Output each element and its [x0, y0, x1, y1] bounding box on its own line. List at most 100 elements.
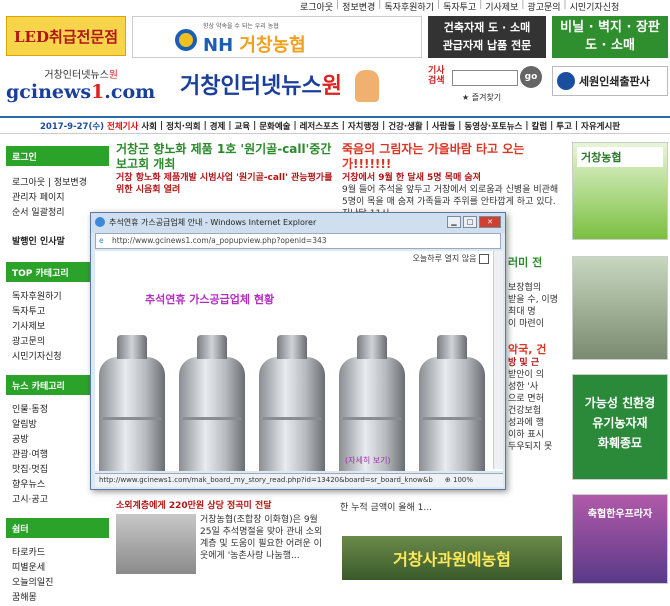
- nh-name: 거창농협: [239, 35, 306, 56]
- apple-coop-banner[interactable]: 거창사과원예농협: [342, 536, 562, 580]
- gas-cylinder-image: [339, 335, 405, 471]
- building-ad-banner[interactable]: 건축자재 도 · 소매 관급자재 납품 전문: [428, 16, 546, 58]
- nav-item-all[interactable]: 전체기사: [107, 120, 138, 132]
- gas-cylinder-image: [259, 335, 325, 471]
- sidebar-rest-head: 쉼터: [6, 518, 109, 538]
- nh-logo-text: NH: [203, 35, 234, 56]
- popup-title: 추석연휴 가스공급업체 안내 - Windows Internet Explor…: [109, 218, 317, 227]
- frag-7: 받안이 의: [508, 370, 544, 380]
- popup-heading: 추석연휴 가스공급업체 현황: [145, 293, 275, 306]
- close-icon[interactable]: ✕: [479, 216, 501, 228]
- site-logo-kr-text: 거창인터넷뉴스: [44, 70, 109, 81]
- nav-item-politics[interactable]: 정치·의회: [166, 120, 201, 132]
- frag-4: 이 마련이: [508, 319, 544, 329]
- nav-item-economy[interactable]: 경제: [210, 120, 226, 132]
- right-ad-hanwoo[interactable]: 축협한우프라자: [572, 494, 668, 584]
- popup-window-buttons: ▁ □ ✕: [447, 216, 501, 228]
- popup-detail-link[interactable]: (자세히 보기): [345, 455, 391, 466]
- zoom-icon: ⊕: [444, 476, 451, 484]
- popup-scrollbar[interactable]: [493, 251, 503, 469]
- right-ad-nh[interactable]: 거창농협: [572, 142, 668, 240]
- building-ad-line1: 건축자재 도 · 소매: [443, 21, 531, 34]
- frag-12: 이하 표시: [508, 430, 544, 440]
- article-1-title[interactable]: 거창군 향노화 제품 1호 '원기골-call'중간보고회 개최: [116, 142, 336, 172]
- led-ad-text: LED취급전문점: [14, 27, 118, 46]
- search-input[interactable]: [452, 70, 518, 86]
- nav-item-video[interactable]: 동영상·포토뉴스: [464, 120, 522, 132]
- nav-item-contribute[interactable]: 투고: [556, 120, 572, 132]
- sidebar-item-announce[interactable]: 고시·공고: [6, 493, 109, 508]
- popup-statusbar: http://www.gcinews1.com/mak_board_my_sto…: [95, 473, 503, 487]
- nav-item-sports[interactable]: 레저스포츠: [300, 120, 339, 132]
- sidebar-item-admin[interactable]: 관리자 페이지: [6, 191, 109, 206]
- top-link-report[interactable]: 기사제보: [485, 0, 518, 14]
- popup-titlebar[interactable]: 추석연휴 가스공급업체 안내 - Windows Internet Explor…: [91, 213, 505, 233]
- site-domain-text: gcinews: [6, 81, 92, 103]
- sidebar-item-zodiac[interactable]: 띠별운세: [6, 561, 109, 576]
- frag-11: 성과에 행: [508, 418, 544, 428]
- site-logo[interactable]: 거창인터넷뉴스원 gcinews1.com: [6, 66, 155, 106]
- site-logo-kr-em: 원: [108, 70, 118, 81]
- right-ad-eco-line2: 유기농자재: [592, 416, 648, 430]
- article-2[interactable]: 죽음의 그림자는 가을바람 타고 오는가!!!!!!! 거창에서 9월 한 달새…: [342, 142, 564, 220]
- right-ad-eco[interactable]: 가능성 친환경 유기농자재 화훼종묘: [572, 374, 668, 480]
- nav-item-society[interactable]: 사회: [141, 120, 157, 132]
- frag-10: 건강보험: [508, 406, 542, 416]
- popup-address-bar[interactable]: e http://www.gcinews1.com/a_popupview.ph…: [95, 233, 501, 249]
- building-ad-line2: 관급자재 납품 전문: [442, 39, 532, 52]
- right-ad-store-photo[interactable]: [572, 256, 668, 360]
- thumbs-up-icon: [355, 70, 379, 102]
- popup-zoom-value: 100%: [452, 476, 473, 484]
- nav-item-admin[interactable]: 자치행정: [348, 120, 379, 132]
- minimize-icon[interactable]: ▁: [447, 216, 461, 228]
- sidebar-item-dream[interactable]: 꿈해몽: [6, 591, 109, 606]
- top-link-support[interactable]: 독자후원하기: [384, 0, 434, 14]
- top-link-logout[interactable]: 로그아웃: [300, 0, 333, 14]
- nav-item-column[interactable]: 칼럼: [532, 120, 548, 132]
- page-icon: e: [99, 236, 104, 245]
- sidebar-item-logout[interactable]: 로그아웃 | 정보변경: [6, 176, 109, 191]
- popup-no-show-today[interactable]: 오늘하루 열지 않음: [412, 253, 489, 264]
- vinyl-ad-line1: 비닐 · 벽지 · 장판: [560, 20, 660, 35]
- article-3-photo[interactable]: [116, 514, 196, 574]
- ie-popup-window[interactable]: 추석연휴 가스공급업체 안내 - Windows Internet Explor…: [90, 212, 506, 490]
- site-domain-tld: .com: [104, 81, 156, 103]
- frag-13: 두우되지 못: [508, 442, 553, 452]
- frag-1: 보장협의: [508, 283, 542, 293]
- popup-no-show-checkbox[interactable]: [479, 253, 489, 264]
- search-go-button[interactable]: go: [520, 66, 542, 88]
- site-logo-korean: 거창인터넷뉴스원: [6, 66, 126, 81]
- nav-item-health[interactable]: 건강·생활: [388, 120, 423, 132]
- print-ad-banner[interactable]: 세원인쇄출판사: [552, 66, 668, 96]
- top-link-profile[interactable]: 정보변경: [342, 0, 375, 14]
- top-link-ad[interactable]: 광고문의: [527, 0, 560, 14]
- popup-zoom[interactable]: ⊕ 100%: [445, 476, 473, 484]
- gas-cylinder-image: [419, 335, 485, 471]
- article-3-title[interactable]: 소외계층에게 220만원 상당 정곡미 전달: [116, 500, 336, 512]
- nav-item-people[interactable]: 사람들: [432, 120, 455, 132]
- maximize-icon[interactable]: □: [463, 216, 477, 228]
- sidebar-item-daily[interactable]: 오늘의일진: [6, 576, 109, 591]
- article-fragments: 러미 전 보장협의 받을 수, 이명 최대 명 이 마련이 악국, 건 방 및 …: [508, 255, 566, 500]
- frag-6: 방 및 근: [508, 358, 540, 368]
- popup-no-show-label: 오늘하루 열지 않음: [412, 254, 477, 263]
- favorite-link[interactable]: ★ 즐겨찾기: [462, 92, 532, 104]
- right-ad-nh-label: 거창농협: [577, 147, 663, 167]
- led-ad-banner[interactable]: LED취급전문점: [6, 16, 126, 56]
- favorite-label: 즐겨찾기: [471, 93, 502, 102]
- vinyl-ad-banner[interactable]: 비닐 · 벽지 · 장판 도 · 소매: [552, 16, 668, 58]
- site-domain-em: 1: [91, 81, 105, 103]
- top-link-reporter[interactable]: 시민기자신청: [570, 0, 620, 14]
- article-1[interactable]: 거창군 향노화 제품 1호 '원기골-call'중간보고회 개최 거창 항노화 …: [116, 142, 336, 196]
- nh-ad-banner[interactable]: 향상 약속을 수 되는 우리 농협 NH 거창농협: [132, 16, 422, 58]
- nav-item-board[interactable]: 자유게시판: [581, 120, 620, 132]
- print-logo-icon: [557, 72, 575, 90]
- gas-cylinder-image: [179, 335, 245, 471]
- nav-item-culture[interactable]: 문화예술: [259, 120, 290, 132]
- article-3[interactable]: 소외계층에게 220만원 상당 정곡미 전달 거창농협(조합장 이화형)은 9월…: [116, 500, 336, 574]
- star-icon: ★: [462, 93, 470, 102]
- sidebar-item-tarot[interactable]: 타로카드: [6, 546, 109, 561]
- top-link-contribute[interactable]: 독자투고: [443, 0, 476, 14]
- nav-item-education[interactable]: 교육: [234, 120, 250, 132]
- article-2-title[interactable]: 죽음의 그림자는 가을바람 타고 오는가!!!!!!!: [342, 142, 564, 172]
